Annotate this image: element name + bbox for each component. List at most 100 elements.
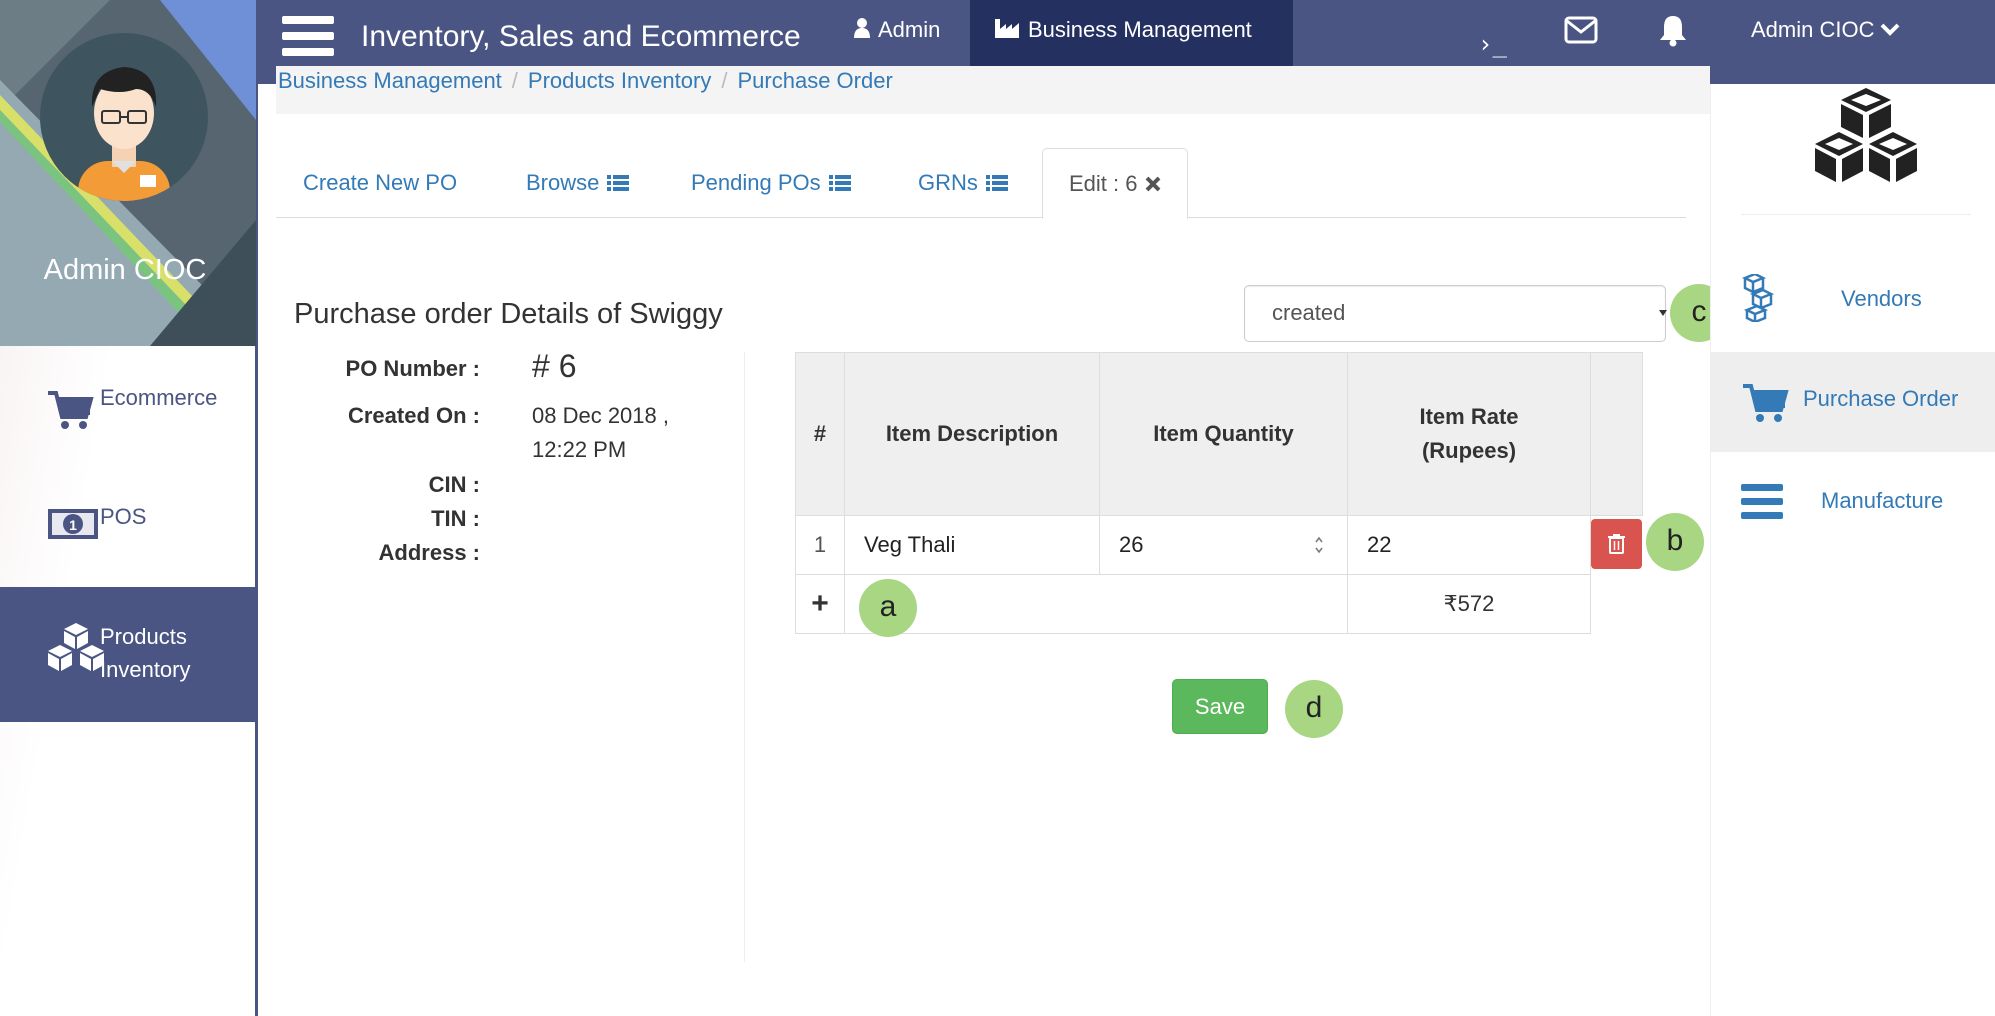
add-row-button[interactable]: + [795,574,845,634]
annotation-badge-b: b [1646,513,1704,571]
breadcrumb-link[interactable]: Products Inventory [528,68,711,94]
save-button[interactable]: Save [1172,679,1268,734]
cart-icon [1741,382,1789,424]
close-icon[interactable] [1145,176,1161,192]
tab-label: Pending POs [691,170,821,195]
cart-icon [46,389,94,431]
tab-label: Browse [526,170,600,195]
detail-label: TIN : [431,506,480,531]
status-select[interactable]: created [1244,285,1669,342]
money-icon: 1 [46,505,100,543]
sidebar-item-ecommerce[interactable]: Ecommerce [0,347,256,467]
sidebar-item-label: Ecommerce [100,385,218,410]
hamburger-menu-icon[interactable] [282,16,334,60]
column-header-description: Item Description [844,352,1100,516]
bars-icon [1741,484,1783,520]
column-header-quantity: Item Quantity [1099,352,1348,516]
profile-card: Admin CIOC [0,0,256,346]
column-header-actions [1590,352,1643,516]
right-sidebar: Vendors Purchase Order Manufacture [1710,84,1995,1016]
sidebar-item-label: Products Inventory [100,624,191,682]
terminal-icon[interactable]: ›_ [1478,30,1507,58]
breadcrumb-separator: / [721,68,728,93]
tab-bar: Create New PO Browse Pending POs GRNs Ed… [276,148,1686,219]
cubes-icon [46,621,106,673]
right-sidebar-item-purchase-order[interactable]: Purchase Order [1711,352,1995,452]
list-icon [985,174,1008,192]
created-on-value-line1: 08 Dec 2018 , [532,403,669,428]
column-header-index: # [795,352,845,516]
item-quantity-input[interactable]: 26 [1099,515,1348,575]
po-number-value: # 6 [532,348,577,384]
annotation-badge-d: d [1285,680,1343,738]
divider [1741,214,1971,215]
list-icon [828,174,851,192]
sidebar-item-label: POS [100,504,147,529]
vendors-icon [1741,274,1783,322]
status-select-value: created [1272,300,1346,325]
user-icon [854,17,870,72]
annotation-badge-a: a [859,579,917,637]
industry-icon [994,17,1020,72]
trash-icon [1608,534,1625,554]
column-header-rate-line2: (Rupees) [1421,438,1517,463]
item-description-input[interactable]: Veg Thali [844,515,1100,575]
page-title: Purchase order Details of Swiggy [294,298,723,330]
detail-label: Created On : [347,403,480,428]
right-sidebar-label: Vendors [1841,286,1922,311]
items-table: # Item Description Item Quantity Item Ra… [795,352,1643,634]
cell-empty [1099,574,1348,634]
tab-edit[interactable]: Edit : 6 [1042,148,1189,219]
svg-text:1: 1 [69,517,77,533]
item-quantity-value: 26 [1119,532,1144,557]
tab-label: GRNs [918,170,978,195]
detail-label: PO Number : [345,356,480,381]
avatar [40,33,208,201]
sidebar-item-products-inventory[interactable]: Products Inventory [0,587,256,722]
breadcrumb-current[interactable]: Purchase Order [737,68,892,94]
user-menu[interactable]: Admin CIOC [1751,17,1900,43]
detail-label: CIN : [428,472,480,497]
column-header-rate-line1: Item Rate [1419,404,1519,429]
created-on-value-line2: 12:22 PM [532,437,627,462]
envelope-icon[interactable] [1564,16,1598,44]
chevron-down-icon [1880,23,1900,37]
user-menu-label: Admin CIOC [1751,17,1875,42]
column-header-rate: Item Rate (Rupees) [1347,352,1591,516]
item-rate-input[interactable]: 22 [1347,515,1591,575]
app-title: Inventory, Sales and Ecommerce [361,20,801,53]
right-sidebar-label: Purchase Order [1803,386,1959,411]
tab-grns[interactable]: GRNs [918,148,1008,218]
breadcrumb: Business Management / Products Inventory… [276,66,1710,114]
tab-label: Edit : 6 [1069,170,1138,196]
table-row: 1 Veg Thali 26 22 [795,515,1643,575]
left-sidebar: Admin CIOC Ecommerce 1 POS Products Inve… [0,0,258,1016]
list-icon [607,174,630,192]
sidebar-item-pos[interactable]: 1 POS [0,467,256,587]
spinner-icon[interactable] [1315,535,1323,555]
right-sidebar-item-vendors[interactable]: Vendors [1711,254,1995,354]
right-sidebar-item-manufacture[interactable]: Manufacture [1711,454,1995,554]
cell-empty [1591,575,1643,634]
tab-create-new-po[interactable]: Create New PO [303,148,457,218]
tab-browse[interactable]: Browse [526,148,630,218]
cell-index: 1 [795,515,845,575]
bell-icon[interactable] [1658,13,1688,47]
right-sidebar-label: Manufacture [1821,488,1944,513]
po-details-panel: PO Number : # 6 Created On : 08 Dec 2018… [290,348,745,962]
tab-label: Create New PO [303,170,458,195]
delete-row-button[interactable] [1591,519,1642,569]
cubes-logo-icon [1807,86,1925,184]
nav-business-management[interactable]: Business Management [970,0,1293,72]
nav-business-label: Business Management [1028,17,1252,42]
total-amount: ₹572 [1347,574,1591,634]
nav-admin[interactable]: Admin [854,0,940,72]
detail-label: Address : [378,540,480,565]
table-footer-row: + ₹572 [795,574,1643,634]
nav-admin-label: Admin [878,17,941,42]
breadcrumb-link[interactable]: Business Management [278,68,502,94]
breadcrumb-separator: / [511,68,518,93]
profile-name: Admin CIOC [43,254,207,286]
tab-pending-pos[interactable]: Pending POs [691,148,851,218]
select-caret-icon [1659,302,1669,328]
